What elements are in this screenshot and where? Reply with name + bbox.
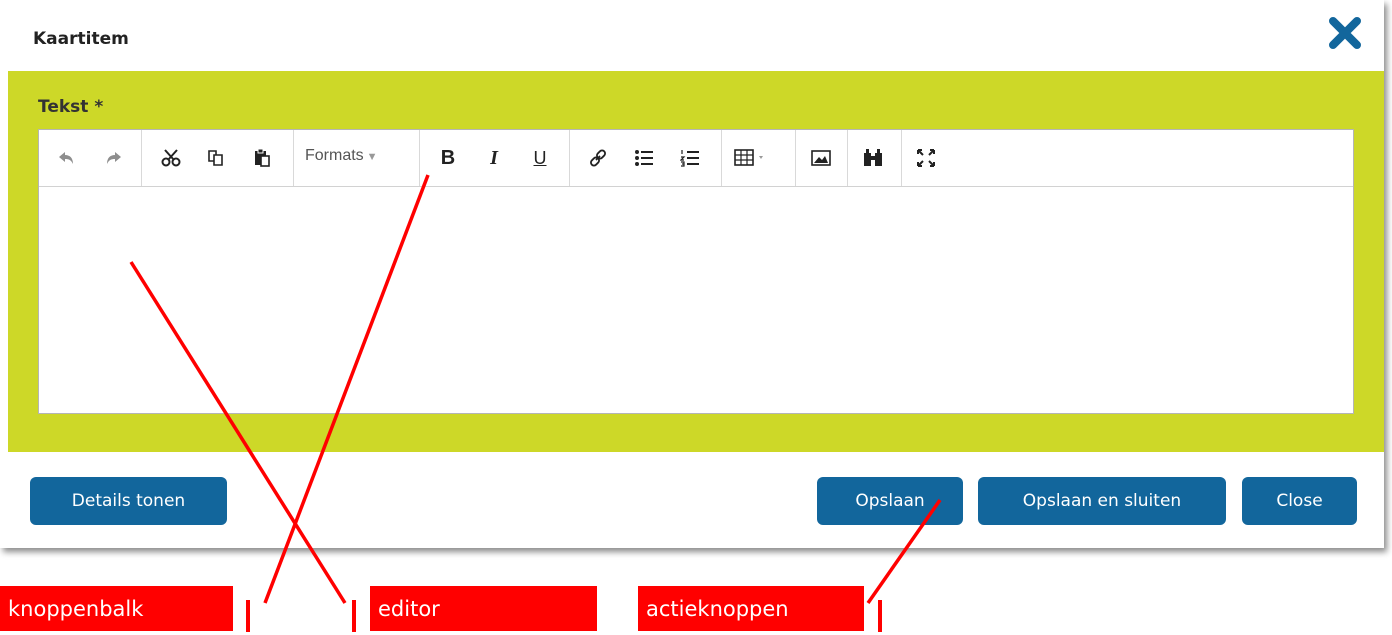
bullet-list-icon[interactable] bbox=[631, 145, 657, 171]
toolbar-group-table bbox=[721, 130, 796, 186]
chevron-down-icon: ▼ bbox=[366, 151, 378, 163]
toolbar-group-history bbox=[39, 130, 142, 186]
copy-icon[interactable] bbox=[203, 145, 229, 171]
save-close-button[interactable]: Opslaan en sluiten bbox=[978, 477, 1226, 525]
underline-icon[interactable]: U bbox=[527, 145, 553, 171]
annotation-toolbar-label: knoppenbalk bbox=[0, 586, 233, 631]
editor-content-area[interactable] bbox=[39, 187, 1353, 413]
paste-icon[interactable] bbox=[249, 145, 275, 171]
link-icon[interactable] bbox=[585, 145, 611, 171]
dialog-title: Kaartitem bbox=[33, 29, 129, 49]
editor-toolbar: Formats ▼ B I U bbox=[39, 130, 1353, 187]
rich-text-editor: Formats ▼ B I U bbox=[38, 129, 1354, 414]
annotation-editor-label: editor bbox=[370, 586, 597, 631]
toolbar-group-clipboard bbox=[141, 130, 294, 186]
undo-icon[interactable] bbox=[53, 145, 79, 171]
fullscreen-icon[interactable] bbox=[913, 145, 939, 171]
cut-icon[interactable] bbox=[158, 145, 184, 171]
close-button[interactable]: Close bbox=[1242, 477, 1357, 525]
formats-label: Formats bbox=[305, 147, 364, 164]
image-icon[interactable] bbox=[808, 145, 834, 171]
bold-icon[interactable]: B bbox=[435, 145, 461, 171]
details-button[interactable]: Details tonen bbox=[30, 477, 227, 525]
numbered-list-icon[interactable] bbox=[677, 145, 703, 171]
toolbar-group-lists bbox=[569, 130, 722, 186]
save-button[interactable]: Opslaan bbox=[817, 477, 963, 525]
find-icon[interactable] bbox=[860, 145, 886, 171]
field-label: Tekst * bbox=[38, 97, 104, 117]
redo-icon[interactable] bbox=[101, 145, 127, 171]
toolbar-group-find bbox=[847, 130, 902, 186]
table-icon[interactable] bbox=[733, 145, 777, 171]
annotation-actions-label: actieknoppen bbox=[638, 586, 864, 631]
form-band: Tekst * Formats ▼ B I U bbox=[8, 71, 1384, 452]
toolbar-group-image bbox=[795, 130, 848, 186]
formats-dropdown[interactable]: Formats ▼ bbox=[305, 147, 378, 165]
close-x-icon[interactable] bbox=[1326, 14, 1364, 52]
toolbar-group-style: B I U bbox=[419, 130, 570, 186]
dialog: Kaartitem Tekst * Formats ▼ B I U Detail… bbox=[0, 0, 1384, 548]
italic-icon[interactable]: I bbox=[481, 145, 507, 171]
